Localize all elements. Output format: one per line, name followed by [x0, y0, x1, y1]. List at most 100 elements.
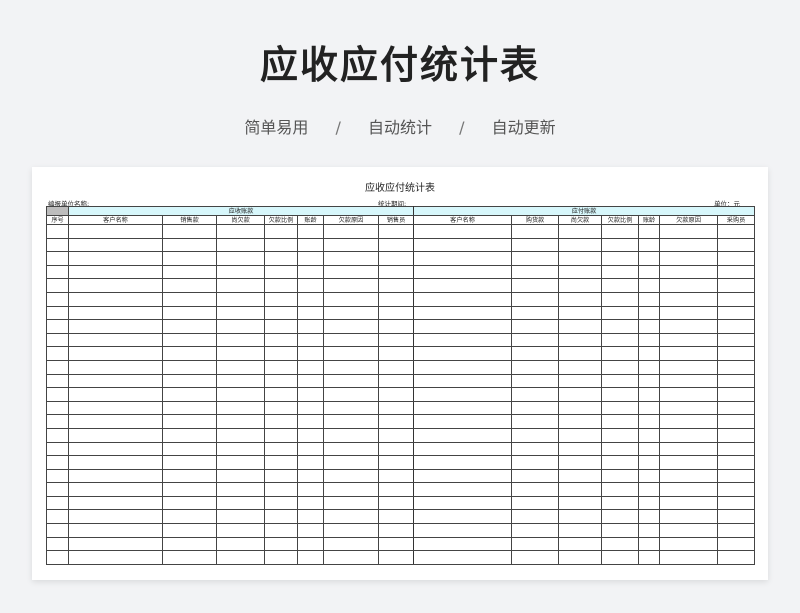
- table-cell[interactable]: [601, 332, 640, 348]
- table-cell[interactable]: [68, 482, 163, 497]
- table-cell[interactable]: [511, 495, 560, 511]
- table-cell[interactable]: [297, 441, 324, 457]
- table-cell[interactable]: [297, 224, 324, 239]
- table-cell[interactable]: [377, 509, 415, 525]
- table-cell[interactable]: [68, 441, 163, 457]
- table-cell[interactable]: [413, 495, 513, 511]
- table-cell[interactable]: [264, 346, 298, 361]
- table-cell[interactable]: [323, 414, 379, 429]
- table-cell[interactable]: [377, 387, 415, 402]
- table-cell[interactable]: [601, 319, 640, 334]
- table-cell[interactable]: [601, 346, 640, 361]
- table-cell[interactable]: [264, 536, 298, 552]
- table-cell[interactable]: [638, 468, 661, 484]
- table-cell[interactable]: [601, 482, 640, 497]
- table-cell[interactable]: [377, 441, 415, 457]
- table-cell[interactable]: [297, 359, 324, 375]
- table-cell[interactable]: [717, 550, 756, 565]
- table-cell[interactable]: [68, 237, 163, 253]
- table-cell[interactable]: [68, 251, 163, 266]
- table-cell[interactable]: [68, 536, 163, 552]
- table-cell[interactable]: [377, 550, 415, 565]
- table-cell[interactable]: [413, 550, 513, 565]
- table-cell[interactable]: [46, 224, 69, 239]
- table-cell[interactable]: [68, 400, 163, 416]
- table-cell[interactable]: [717, 237, 756, 253]
- table-cell[interactable]: [323, 278, 379, 293]
- table-cell[interactable]: [717, 523, 756, 538]
- table-cell[interactable]: [162, 278, 217, 293]
- table-cell[interactable]: [558, 346, 603, 361]
- table-cell[interactable]: [162, 495, 217, 511]
- table-cell[interactable]: [264, 305, 298, 321]
- table-cell[interactable]: [264, 509, 298, 525]
- table-cell[interactable]: [46, 359, 69, 375]
- table-cell[interactable]: [638, 400, 661, 416]
- table-cell[interactable]: [323, 224, 379, 239]
- table-cell[interactable]: [46, 319, 69, 334]
- table-cell[interactable]: [323, 319, 379, 334]
- table-cell[interactable]: [323, 427, 379, 443]
- table-cell[interactable]: [717, 278, 756, 293]
- table-cell[interactable]: [46, 346, 69, 361]
- table-cell[interactable]: [413, 387, 513, 402]
- table-cell[interactable]: [659, 373, 719, 389]
- table-cell[interactable]: [601, 264, 640, 280]
- table-cell[interactable]: [659, 332, 719, 348]
- table-cell[interactable]: [601, 495, 640, 511]
- table-cell[interactable]: [413, 291, 513, 307]
- table-cell[interactable]: [46, 468, 69, 484]
- table-cell[interactable]: [638, 495, 661, 511]
- table-cell[interactable]: [638, 332, 661, 348]
- table-cell[interactable]: [511, 319, 560, 334]
- table-cell[interactable]: [297, 536, 324, 552]
- table-cell[interactable]: [413, 523, 513, 538]
- table-cell[interactable]: [659, 387, 719, 402]
- table-cell[interactable]: [638, 509, 661, 525]
- table-cell[interactable]: [558, 264, 603, 280]
- table-cell[interactable]: [162, 332, 217, 348]
- table-cell[interactable]: [162, 482, 217, 497]
- table-cell[interactable]: [601, 468, 640, 484]
- table-cell[interactable]: [601, 536, 640, 552]
- table-cell[interactable]: [46, 427, 69, 443]
- table-cell[interactable]: [413, 224, 513, 239]
- table-cell[interactable]: [46, 264, 69, 280]
- table-cell[interactable]: [216, 332, 265, 348]
- table-cell[interactable]: [659, 495, 719, 511]
- table-cell[interactable]: [601, 414, 640, 429]
- table-cell[interactable]: [162, 441, 217, 457]
- table-cell[interactable]: [717, 319, 756, 334]
- table-cell[interactable]: [638, 346, 661, 361]
- table-cell[interactable]: [413, 346, 513, 361]
- table-cell[interactable]: [413, 237, 513, 253]
- table-cell[interactable]: [638, 387, 661, 402]
- table-cell[interactable]: [216, 482, 265, 497]
- table-cell[interactable]: [638, 550, 661, 565]
- table-cell[interactable]: [511, 509, 560, 525]
- table-cell[interactable]: [638, 373, 661, 389]
- table-cell[interactable]: [601, 373, 640, 389]
- table-cell[interactable]: [558, 332, 603, 348]
- table-cell[interactable]: [297, 251, 324, 266]
- table-cell[interactable]: [162, 291, 217, 307]
- table-cell[interactable]: [68, 455, 163, 470]
- table-cell[interactable]: [638, 441, 661, 457]
- table-cell[interactable]: [377, 414, 415, 429]
- table-cell[interactable]: [377, 237, 415, 253]
- table-cell[interactable]: [162, 346, 217, 361]
- table-cell[interactable]: [717, 482, 756, 497]
- table-cell[interactable]: [413, 319, 513, 334]
- table-cell[interactable]: [162, 400, 217, 416]
- table-cell[interactable]: [46, 495, 69, 511]
- table-cell[interactable]: [216, 319, 265, 334]
- table-cell[interactable]: [717, 305, 756, 321]
- table-cell[interactable]: [377, 523, 415, 538]
- table-cell[interactable]: [323, 468, 379, 484]
- table-cell[interactable]: [68, 550, 163, 565]
- table-cell[interactable]: [558, 251, 603, 266]
- table-cell[interactable]: [68, 373, 163, 389]
- table-cell[interactable]: [558, 536, 603, 552]
- table-cell[interactable]: [558, 305, 603, 321]
- table-cell[interactable]: [46, 523, 69, 538]
